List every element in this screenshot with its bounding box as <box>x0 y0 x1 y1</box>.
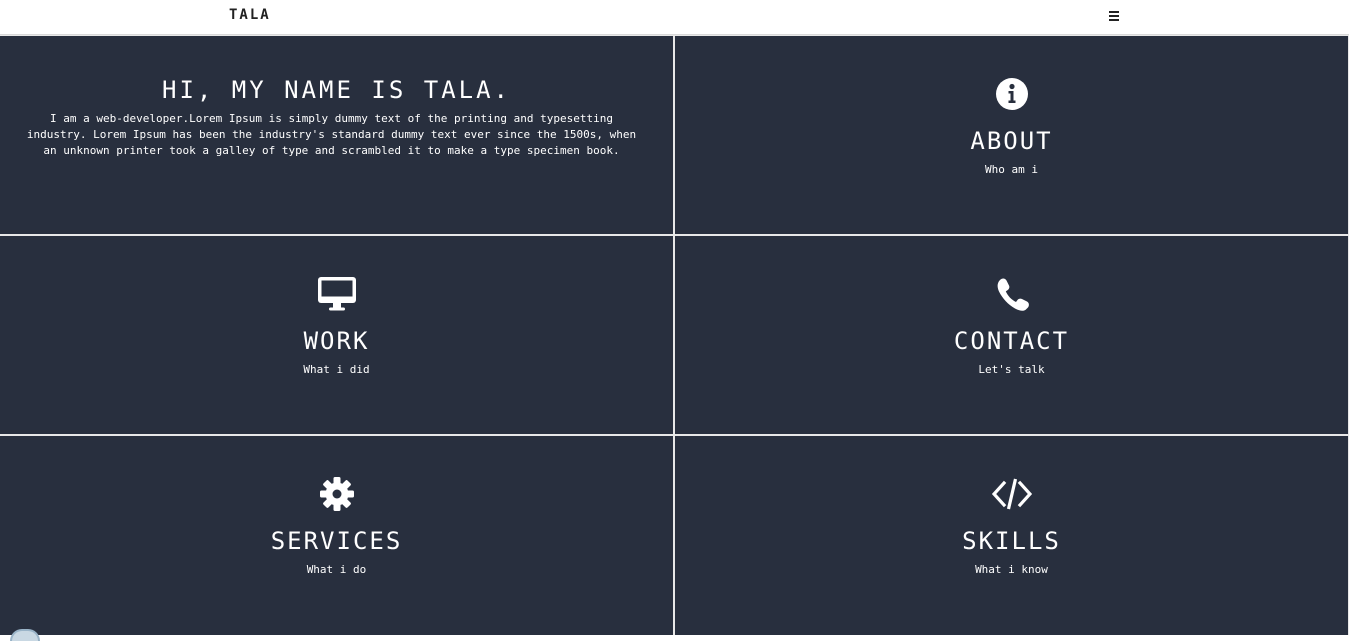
hero-tile: HI, MY NAME IS TALA. I am a web-develope… <box>0 36 673 234</box>
info-circle-icon <box>992 76 1032 112</box>
tile-services-title: SERVICES <box>270 527 403 555</box>
brand-logo[interactable]: TALA <box>229 7 271 23</box>
tile-work[interactable]: WORK What i did <box>0 236 673 434</box>
tile-contact-subtitle: Let's talk <box>978 363 1045 376</box>
tile-services-subtitle: What i do <box>306 563 367 576</box>
desktop-icon <box>317 276 357 312</box>
tile-about-subtitle: Who am i <box>985 163 1038 176</box>
code-icon <box>991 476 1032 512</box>
tile-work-subtitle: What i did <box>303 363 370 376</box>
navbar: TALA <box>0 0 1349 35</box>
hero-description: I am a web-developer.Lorem Ipsum is simp… <box>26 112 637 157</box>
hero-title: HI, MY NAME IS TALA. <box>162 76 511 104</box>
tile-services[interactable]: SERVICES What i do <box>0 436 673 635</box>
tile-about[interactable]: ABOUT Who am i <box>675 36 1348 234</box>
tile-contact[interactable]: CONTACT Let's talk <box>675 236 1348 434</box>
phone-icon <box>992 276 1032 312</box>
tile-work-title: WORK <box>303 327 370 355</box>
tile-grid: HI, MY NAME IS TALA. I am a web-develope… <box>0 35 1349 635</box>
tile-skills[interactable]: SKILLS What i know <box>675 436 1348 635</box>
tile-contact-title: CONTACT <box>953 327 1070 355</box>
gear-icon <box>317 476 357 512</box>
tile-skills-subtitle: What i know <box>975 563 1048 576</box>
tile-skills-title: SKILLS <box>962 527 1061 555</box>
chat-widget-icon[interactable] <box>10 629 40 641</box>
hamburger-icon[interactable] <box>1107 7 1123 25</box>
tile-about-title: ABOUT <box>970 127 1053 155</box>
